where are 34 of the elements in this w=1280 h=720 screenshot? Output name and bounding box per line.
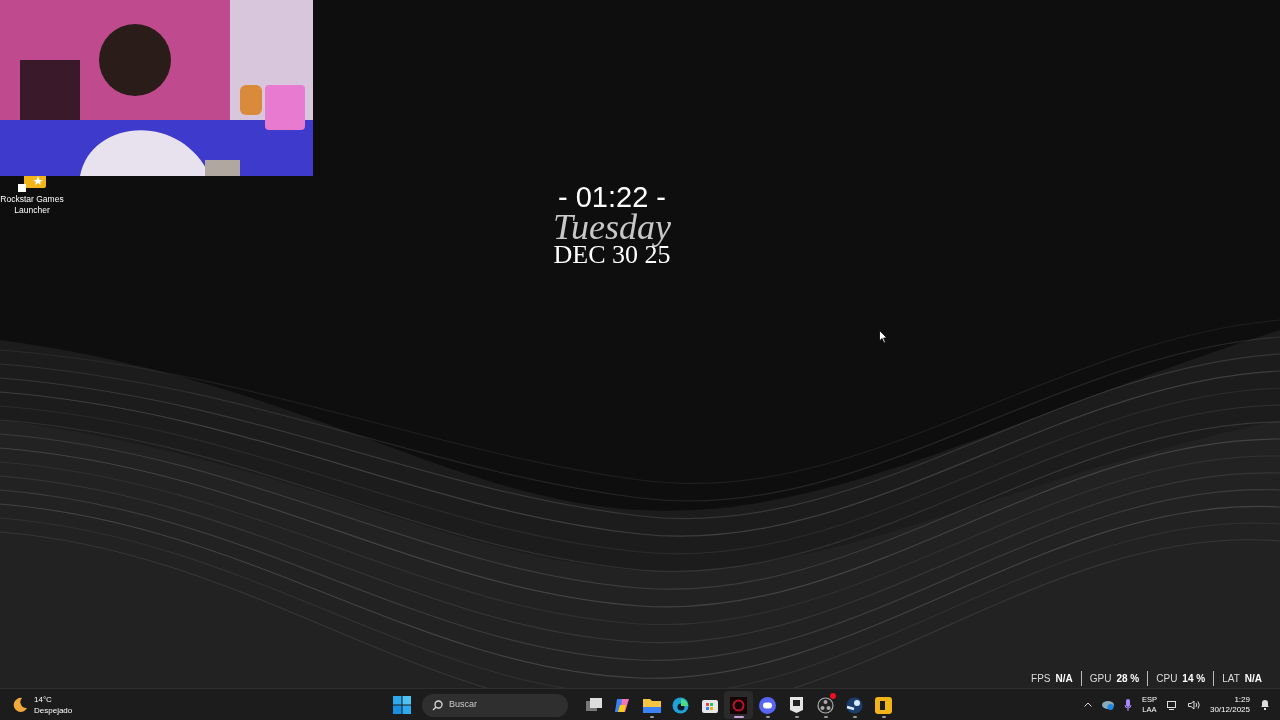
browser-icon bbox=[672, 696, 689, 714]
store-icon bbox=[701, 697, 718, 713]
recorder-icon bbox=[817, 696, 834, 714]
running-indicator bbox=[733, 716, 744, 718]
task-view-icon bbox=[585, 698, 602, 712]
shield-icon bbox=[790, 697, 803, 713]
date-text: 30/12/2025 bbox=[1209, 704, 1250, 715]
running-indicator bbox=[794, 716, 799, 718]
weather-text: Despejado bbox=[34, 704, 73, 716]
running-indicator bbox=[852, 716, 857, 718]
search-icon bbox=[432, 699, 443, 711]
taskbar-app[interactable] bbox=[724, 691, 753, 719]
weather-widget[interactable]: 14°C Despejado bbox=[0, 693, 73, 716]
search-input[interactable]: Buscar bbox=[449, 698, 549, 712]
running-indicator bbox=[765, 716, 770, 718]
chat-icon bbox=[759, 696, 776, 714]
cloud-icon[interactable] bbox=[1101, 699, 1114, 710]
start-icon[interactable] bbox=[393, 696, 411, 714]
temperature-text: 14°C bbox=[34, 693, 53, 705]
chevron-up-icon[interactable] bbox=[1083, 702, 1092, 707]
running-indicator bbox=[881, 716, 886, 718]
bell-icon[interactable] bbox=[1260, 699, 1270, 710]
copilot-icon bbox=[614, 696, 631, 714]
running-indicator bbox=[823, 716, 828, 718]
time-text: 1:29 bbox=[1234, 694, 1250, 705]
network-icon[interactable] bbox=[1166, 699, 1178, 710]
volume-icon[interactable] bbox=[1187, 699, 1200, 710]
app-icon bbox=[730, 696, 747, 714]
folder-icon bbox=[642, 697, 661, 713]
clock[interactable]: 1:29 30/12/2025 bbox=[1209, 694, 1250, 715]
search-field[interactable]: Buscar bbox=[422, 693, 568, 717]
moon-icon bbox=[12, 696, 28, 713]
running-indicator bbox=[649, 716, 654, 718]
microphone-icon[interactable] bbox=[1123, 698, 1132, 711]
